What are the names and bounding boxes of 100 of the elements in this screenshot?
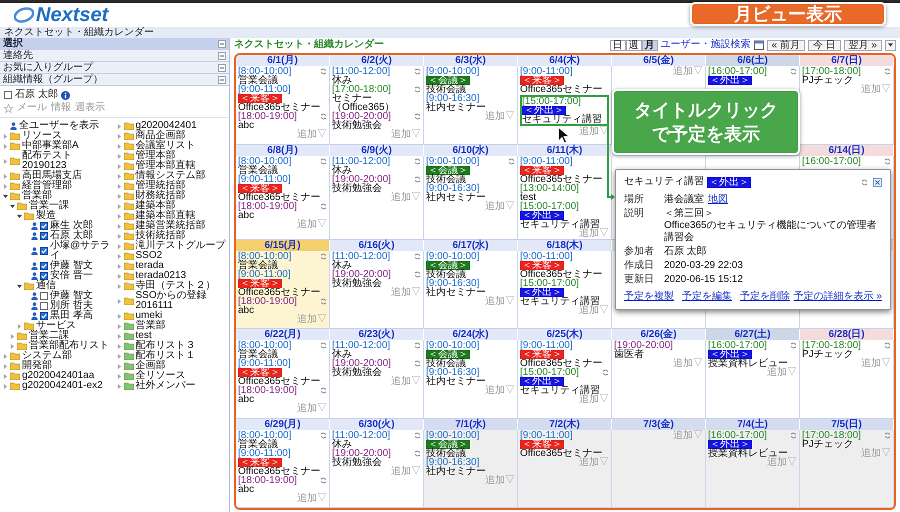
tree-item[interactable]: 配布リスト１ — [136, 351, 196, 361]
event-title[interactable]: abc — [238, 121, 327, 130]
event-title[interactable]: 技術会議 — [426, 174, 515, 184]
event-time[interactable]: [17:00-18:00] — [802, 67, 861, 76]
event-time[interactable]: [15:00-17:00] — [520, 278, 579, 288]
tree-item[interactable]: 営業部配布リスト — [29, 341, 109, 351]
info-icon[interactable] — [60, 90, 70, 100]
event-time[interactable]: [9:00-16:30] — [426, 278, 480, 288]
day-header[interactable]: 6/10(水) — [424, 144, 518, 156]
event-time[interactable]: [11:00-12:00] — [332, 67, 390, 76]
tree-item[interactable]: 中部事業部A — [22, 141, 79, 151]
calendar-icon[interactable] — [754, 40, 764, 50]
day-header[interactable]: 7/3(金) — [612, 418, 706, 430]
tree-item[interactable]: umeki — [136, 311, 162, 321]
day-header[interactable]: 7/4(土) — [706, 418, 800, 430]
expander-icon[interactable] — [10, 204, 15, 208]
event-title[interactable]: 社内セミナー — [426, 288, 515, 296]
tree-item[interactable]: 営業部 — [136, 321, 166, 331]
view-tab[interactable]: 月 — [642, 40, 658, 50]
view-tab[interactable]: 日 — [610, 40, 626, 50]
close-button[interactable] — [872, 178, 882, 186]
event-time[interactable]: [9:00-10:00] — [426, 156, 480, 166]
event-time[interactable]: [9:00-10:00] — [426, 67, 480, 76]
event-title[interactable]: 技術勉強会 — [332, 368, 421, 377]
event-time[interactable]: [9:00-10:00] — [426, 252, 480, 260]
event-time[interactable]: [15:00-17:00] — [522, 97, 581, 106]
tree-item[interactable]: 建築本部直轄 — [136, 211, 196, 221]
event-time[interactable]: [17:00-18:00] — [332, 85, 391, 94]
event-title[interactable]: 休み — [332, 166, 421, 174]
checkbox[interactable] — [40, 262, 48, 270]
event-title[interactable]: PJチェック — [802, 76, 891, 85]
day-header[interactable]: 6/28(日) — [800, 329, 894, 340]
event-title[interactable]: Office365セミナー — [520, 174, 609, 184]
tree-item[interactable]: 開発部 — [22, 361, 52, 371]
event-title[interactable]: 技術勉強会 — [332, 184, 421, 192]
tree-item[interactable]: 別所 哲夫 — [50, 301, 93, 311]
checkbox[interactable] — [40, 292, 48, 300]
event-title[interactable]: 社内セミナー — [426, 103, 515, 112]
event-time[interactable]: [9:00-16:30] — [426, 368, 480, 377]
tree-item[interactable]: 管理統括部 — [136, 181, 186, 191]
tree-item[interactable]: 建築本部 — [136, 201, 176, 211]
event-time[interactable]: [18:00-19:00] — [238, 476, 297, 484]
checkbox[interactable] — [40, 222, 48, 230]
event-time[interactable]: [8:00-10:00] — [238, 252, 292, 260]
event-title[interactable]: セキュリティ講習 — [520, 386, 609, 395]
tree-item[interactable]: 全リソース — [136, 371, 186, 381]
day-header[interactable]: 6/5(金) — [612, 55, 706, 66]
tree-item[interactable]: g2020042401aa — [22, 371, 94, 381]
toggle-icon[interactable] — [218, 40, 226, 48]
event-title[interactable]: セキュリティ講習 — [522, 115, 607, 124]
tree-item[interactable]: 商品企画部 — [136, 131, 186, 141]
day-header[interactable]: 6/14(日) — [800, 144, 894, 156]
tree-item[interactable]: terada — [136, 261, 164, 271]
event-time[interactable]: [19:00-20:00] — [614, 341, 673, 350]
event-title[interactable]: 休み — [332, 76, 421, 85]
tree-item[interactable]: 社外メンバー — [136, 381, 196, 391]
tree-item[interactable]: 伊藤 智文 — [50, 261, 93, 271]
event-title[interactable]: 社内セミナー — [426, 377, 515, 386]
detail-link[interactable]: 予定の詳細を表示 » — [794, 291, 882, 303]
event-time[interactable]: [18:00-19:00] — [238, 296, 297, 306]
tree-item[interactable]: 配布リスト３ — [136, 341, 196, 351]
checkbox[interactable] — [40, 272, 48, 280]
event-time[interactable]: [9:00-11:00] — [238, 85, 291, 94]
tree-item[interactable]: システム部 — [22, 351, 72, 361]
tree-item[interactable]: g2020042401-ex2 — [22, 381, 103, 391]
action-link[interactable]: 予定を編集 — [682, 291, 732, 303]
checkbox[interactable] — [40, 232, 48, 240]
event-title[interactable]: abc — [238, 395, 327, 404]
action-link[interactable]: 予定を削除 — [740, 291, 790, 303]
event-time[interactable]: [9:00-11:00] — [238, 359, 291, 368]
day-header[interactable]: 7/1(水) — [424, 418, 518, 430]
event-time[interactable]: [9:00-16:30] — [426, 458, 480, 466]
day-header[interactable]: 6/29(月) — [236, 418, 330, 430]
day-header[interactable]: 6/15(月) — [236, 240, 330, 250]
tree-item[interactable]: 営業一課 — [29, 201, 69, 211]
tree-item[interactable]: terada0213 — [136, 271, 186, 281]
event-title[interactable]: 休み — [332, 440, 421, 448]
event-time[interactable]: [8:00-10:00] — [238, 67, 292, 76]
tree-item[interactable]: 小塚@サテライ — [50, 241, 112, 261]
tree-item[interactable]: test — [136, 331, 152, 341]
event-time[interactable]: [17:00-18:00] — [802, 430, 861, 440]
tree-item[interactable]: 全ユーザーを表示 — [19, 121, 99, 131]
day-header[interactable]: 6/26(金) — [612, 329, 706, 340]
event-title[interactable]: 技術勉強会 — [332, 121, 421, 130]
event-time[interactable]: [18:00-19:00] — [238, 386, 297, 395]
nav-button[interactable]: 今 日 — [808, 40, 841, 50]
tree-item[interactable]: 経営管理部 — [22, 181, 72, 191]
toggle-icon[interactable] — [218, 76, 226, 84]
tree-item[interactable]: 会議室リスト — [136, 141, 196, 151]
event-time[interactable]: [16:00-17:00] — [708, 341, 767, 350]
tree-item[interactable]: 配布テスト20190123 — [22, 151, 112, 171]
event-time[interactable]: [16:00-17:00] — [802, 156, 861, 166]
event-time[interactable]: [9:00-11:00] — [238, 270, 291, 278]
event-time[interactable]: [9:00-11:00] — [238, 174, 291, 184]
event-time[interactable]: [11:00-12:00] — [332, 156, 390, 166]
event-title[interactable]: 社内セミナー — [426, 466, 515, 476]
checkbox[interactable] — [4, 91, 12, 99]
event-title[interactable]: Office365セミナー — [238, 192, 327, 202]
nav-button[interactable]: « 前月 — [766, 40, 805, 50]
day-header[interactable]: 6/24(水) — [424, 329, 518, 340]
